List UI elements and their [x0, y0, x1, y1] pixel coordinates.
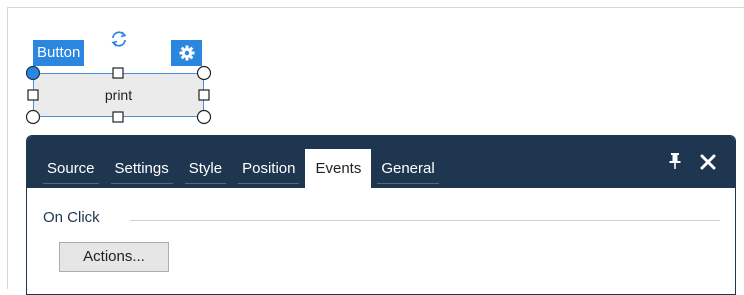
resize-handle-bottom-right[interactable] [196, 109, 212, 125]
object-type-tag: Button [33, 40, 85, 66]
resize-handle-top[interactable] [112, 67, 124, 79]
panel-header: Source Settings Style Position Events Ge… [27, 136, 735, 188]
resize-handle-bottom[interactable] [112, 111, 124, 123]
actions-button[interactable]: Actions... [59, 242, 169, 272]
section-title-on-click: On Click [43, 209, 100, 226]
tab-style[interactable]: Style [179, 149, 232, 188]
section-divider [130, 220, 720, 221]
refresh-icon[interactable] [108, 28, 130, 50]
resize-handle-top-right[interactable] [196, 65, 212, 81]
tab-source[interactable]: Source [37, 149, 105, 188]
properties-panel: Source Settings Style Position Events Ge… [26, 135, 736, 295]
resize-handle-bottom-left[interactable] [25, 109, 41, 125]
tab-position[interactable]: Position [232, 149, 305, 188]
resize-handle-top-left[interactable] [25, 65, 41, 81]
pin-icon[interactable] [667, 152, 683, 170]
resize-handle-right[interactable] [198, 89, 210, 101]
tab-events[interactable]: Events [305, 149, 372, 188]
button-object-text: print [104, 87, 133, 103]
gear-icon [179, 45, 194, 61]
object-settings-button[interactable] [171, 40, 202, 66]
button-object[interactable]: print [33, 73, 204, 117]
resize-handle-left[interactable] [27, 89, 39, 101]
properties-tabs: Source Settings Style Position Events Ge… [37, 149, 445, 188]
tab-settings[interactable]: Settings [105, 149, 179, 188]
close-icon[interactable] [699, 153, 717, 171]
tab-general[interactable]: General [371, 149, 444, 188]
